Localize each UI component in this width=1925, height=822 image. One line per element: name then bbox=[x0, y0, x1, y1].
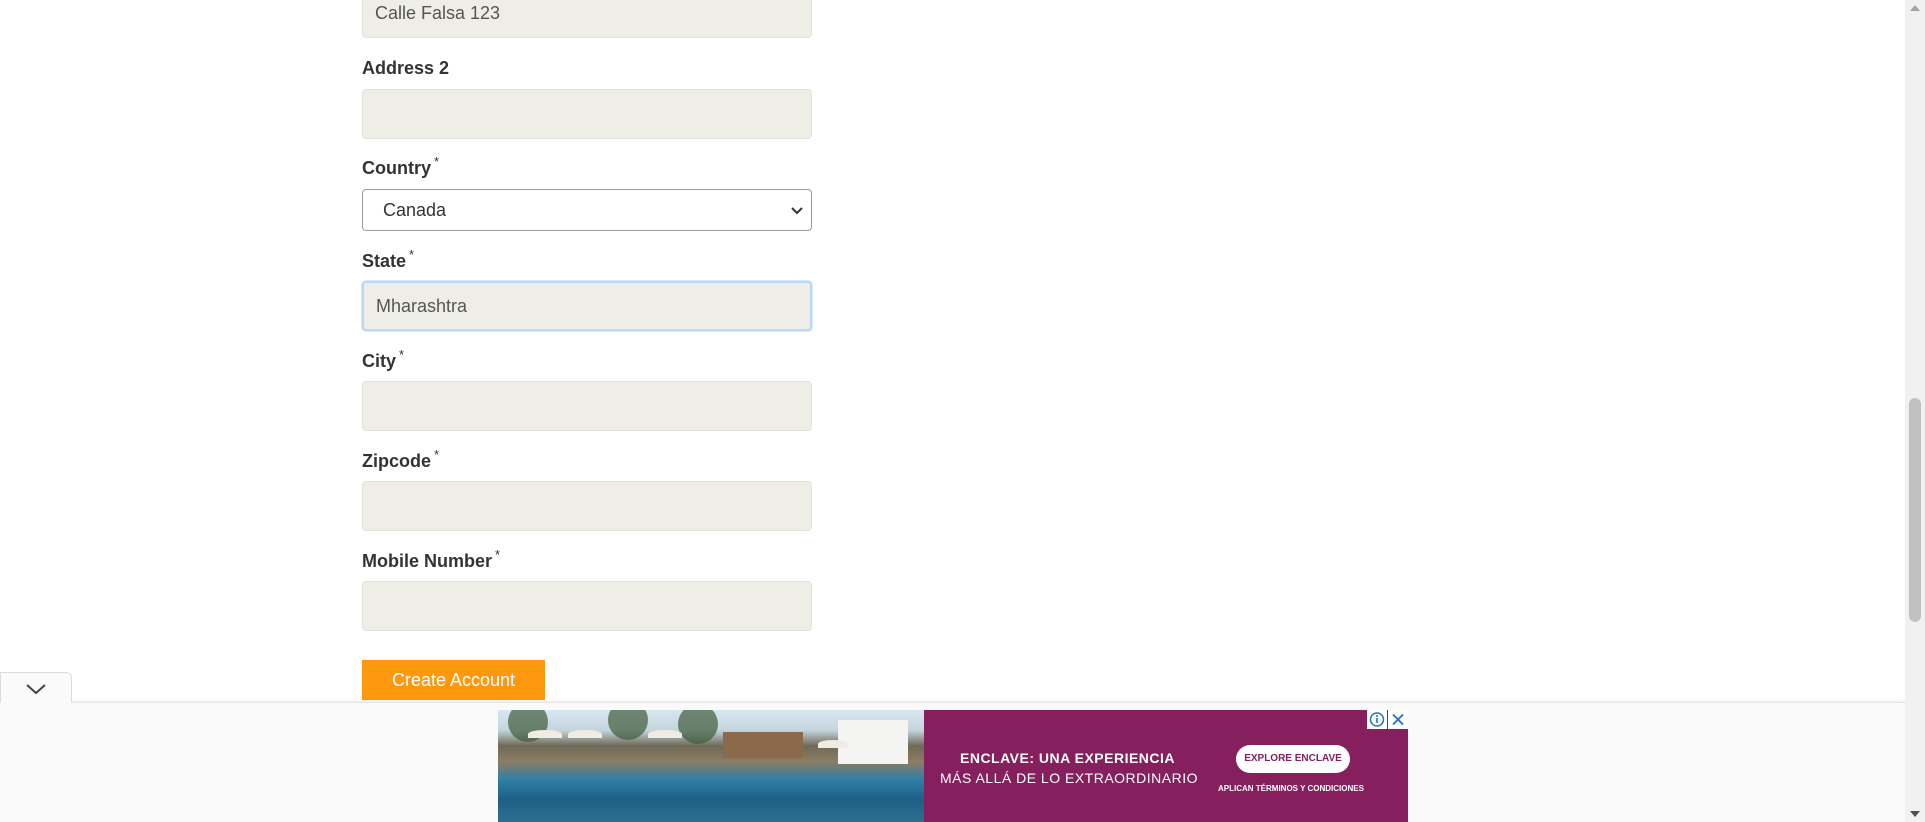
ad-info-icon[interactable] bbox=[1367, 710, 1387, 729]
umbrella-shape bbox=[818, 740, 848, 748]
page: Address 2 Country* Canada State* City* Z… bbox=[0, 0, 1925, 822]
required-mark: * bbox=[399, 347, 405, 362]
zipcode-input[interactable] bbox=[362, 481, 812, 531]
state-label-text: State bbox=[362, 251, 407, 271]
country-label: Country * bbox=[362, 154, 439, 179]
city-input[interactable] bbox=[362, 381, 812, 431]
ad-banner[interactable]: ENCLAVE: UNA EXPERIENCIA MÁS ALLÁ DE LO … bbox=[498, 710, 1408, 822]
ad-headline: ENCLAVE: UNA EXPERIENCIA bbox=[960, 750, 1176, 766]
chevron-down-icon bbox=[26, 684, 46, 695]
address2-label: Address 2 bbox=[362, 58, 449, 79]
mobile-label-text: Mobile Number bbox=[362, 551, 493, 571]
umbrella-shape bbox=[528, 730, 562, 738]
building-shape bbox=[838, 720, 908, 764]
city-label: City * bbox=[362, 347, 404, 372]
vertical-scrollbar[interactable] bbox=[1905, 0, 1925, 822]
required-mark: * bbox=[434, 154, 440, 169]
zipcode-label: Zipcode * bbox=[362, 447, 439, 472]
required-mark: * bbox=[434, 447, 440, 462]
create-account-button[interactable]: Create Account bbox=[362, 660, 545, 700]
city-label-text: City bbox=[362, 351, 397, 371]
state-label: State * bbox=[362, 247, 414, 272]
address2-input[interactable] bbox=[362, 89, 812, 139]
scroll-down-arrow-icon[interactable] bbox=[1910, 811, 1920, 817]
zipcode-label-text: Zipcode bbox=[362, 451, 432, 471]
mobile-label: Mobile Number * bbox=[362, 547, 500, 572]
ad-resort-photo bbox=[498, 710, 924, 822]
scroll-up-arrow-icon[interactable] bbox=[1910, 5, 1920, 11]
ad-cta-button[interactable]: EXPLORE ENCLAVE bbox=[1236, 745, 1350, 773]
required-mark: * bbox=[495, 547, 501, 562]
palm-shape bbox=[678, 710, 718, 744]
pavilion-shape bbox=[723, 732, 803, 758]
state-input[interactable] bbox=[362, 281, 812, 331]
ad-terms: APLICAN TÉRMINOS Y CONDICIONES bbox=[1218, 784, 1364, 793]
ad-collapse-toggle[interactable] bbox=[0, 672, 72, 703]
umbrella-shape bbox=[648, 730, 682, 738]
scrollbar-thumb[interactable] bbox=[1909, 398, 1921, 622]
country-select[interactable]: Canada bbox=[362, 189, 812, 231]
address1-input[interactable] bbox=[362, 0, 812, 38]
country-label-text: Country bbox=[362, 158, 431, 178]
ad-subline: MÁS ALLÁ DE LO EXTRAORDINARIO bbox=[940, 770, 1199, 786]
country-selected-value: Canada bbox=[383, 200, 447, 220]
mobile-input[interactable] bbox=[362, 581, 812, 631]
ad-close-icon[interactable] bbox=[1388, 710, 1408, 729]
chevron-down-icon bbox=[791, 207, 803, 215]
required-mark: * bbox=[409, 247, 415, 262]
umbrella-shape bbox=[568, 730, 602, 738]
address2-label-text: Address 2 bbox=[362, 58, 450, 78]
palm-shape bbox=[608, 710, 648, 740]
ad-text-panel: ENCLAVE: UNA EXPERIENCIA MÁS ALLÁ DE LO … bbox=[924, 710, 1408, 822]
